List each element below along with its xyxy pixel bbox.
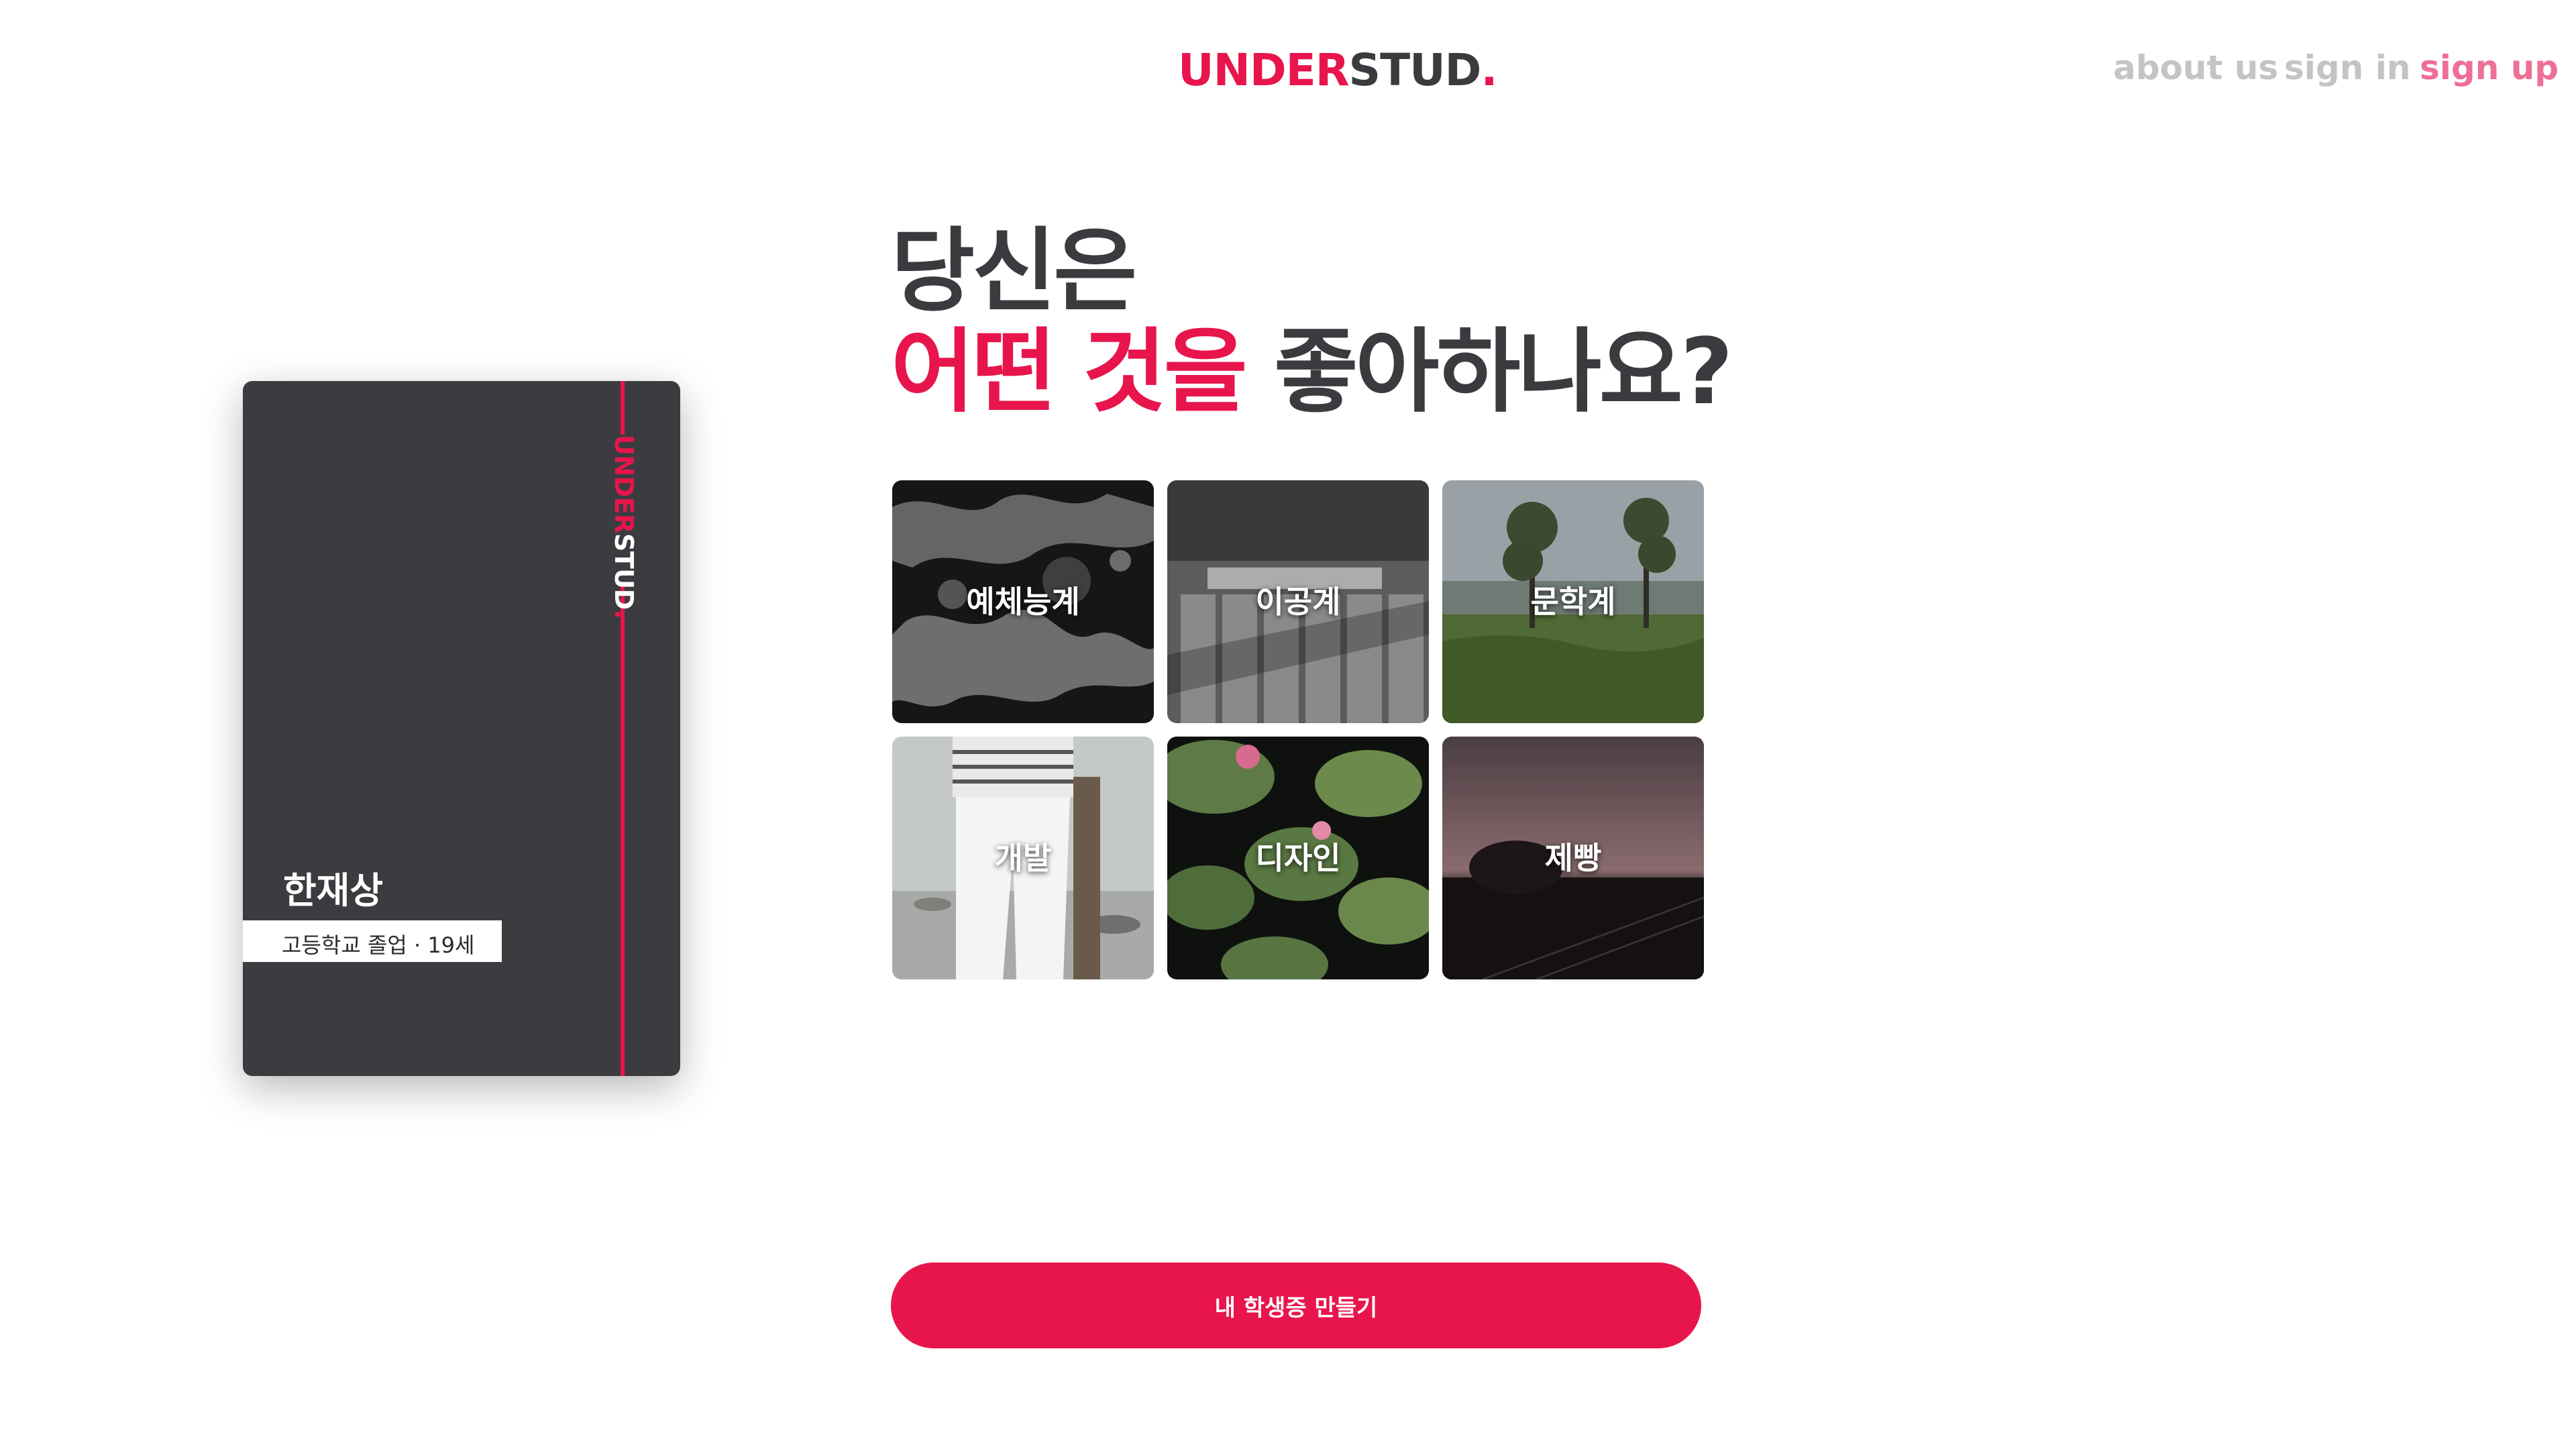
page: UNDERSTUD. about us sign in sign up UNDE… <box>0 0 2576 1449</box>
page-title: 당신은 어떤 것을 좋아하나요? <box>891 219 1733 425</box>
category-tile-development[interactable]: 개발 <box>892 737 1154 979</box>
card-logo-dot: . <box>609 609 639 619</box>
logo-part-under: UNDER <box>1178 44 1350 96</box>
nav-about-us-link[interactable]: about us <box>2113 48 2278 87</box>
category-label-development: 개발 <box>994 840 1052 876</box>
title-line-1: 당신은 <box>891 219 1137 325</box>
category-label-science-engineering: 이공계 <box>1255 584 1341 620</box>
nav-sign-in-link[interactable]: sign in <box>2284 48 2410 87</box>
category-tile-baking[interactable]: 제빵 <box>1442 737 1704 979</box>
create-student-card-button[interactable]: 내 학생증 만들기 <box>891 1263 1701 1348</box>
card-logo-text: UNDERSTUD. <box>609 435 639 619</box>
category-tile-science-engineering[interactable]: 이공계 <box>1167 480 1429 723</box>
card-info-badge: 고등학교 졸업 · 19세 <box>243 920 502 962</box>
card-student-name: 한재상 <box>283 869 384 912</box>
student-card-preview: UNDERSTUD. 한재상 고등학교 졸업 · 19세 <box>243 381 680 1076</box>
category-tile-arts-sports[interactable]: 예체능계 <box>892 480 1154 723</box>
card-logo-stud: STUD <box>609 533 639 610</box>
card-logo-under: UNDER <box>609 435 639 533</box>
nav-sign-up-link[interactable]: sign up <box>2420 48 2559 87</box>
logo-part-stud: STUD <box>1348 44 1482 96</box>
card-info-text: 고등학교 졸업 · 19세 <box>282 932 475 958</box>
category-label-baking: 제빵 <box>1544 840 1602 876</box>
category-label-literature: 문학계 <box>1530 584 1616 620</box>
title-rest: 좋아하나요? <box>1244 319 1733 425</box>
card-logo: UNDERSTUD. <box>604 435 641 619</box>
category-label-design: 디자인 <box>1255 840 1341 876</box>
category-tile-design[interactable]: 디자인 <box>1167 737 1429 979</box>
category-tile-literature[interactable]: 문학계 <box>1442 480 1704 723</box>
logo-dot: . <box>1481 44 1497 96</box>
logo[interactable]: UNDERSTUD. <box>1178 44 1498 96</box>
category-label-arts-sports: 예체능계 <box>966 584 1080 620</box>
title-accent: 어떤 것을 <box>891 319 1248 425</box>
